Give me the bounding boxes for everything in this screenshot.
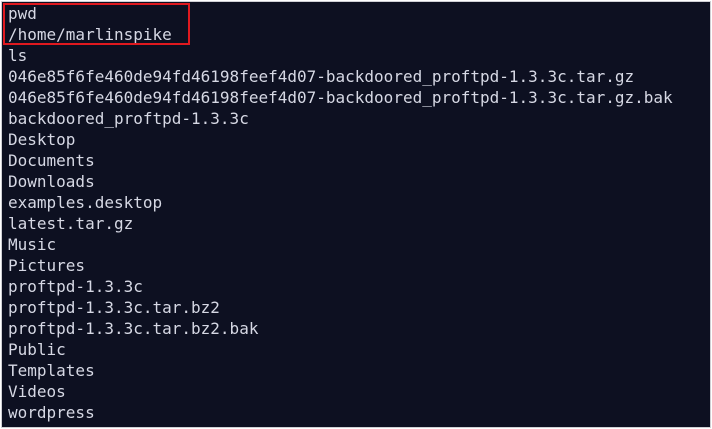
list-item: Pictures <box>8 256 86 275</box>
list-item: Templates <box>8 361 95 380</box>
list-item: backdoored_proftpd-1.3.3c <box>8 109 249 128</box>
output-working-directory: /home/marlinspike <box>8 25 172 44</box>
list-item: 046e85f6fe460de94fd46198feef4d07-backdoo… <box>8 67 635 86</box>
list-item: proftpd-1.3.3c.tar.bz2.bak <box>8 319 259 338</box>
list-item: Documents <box>8 151 95 170</box>
command-pwd: pwd <box>8 4 37 23</box>
list-item: examples.desktop <box>8 193 163 212</box>
list-item: Music <box>8 235 57 254</box>
list-item: Downloads <box>8 172 95 191</box>
list-item: proftpd-1.3.3c <box>8 277 143 296</box>
terminal-output: pwd /home/marlinspike ls 046e85f6fe460de… <box>8 3 673 423</box>
list-item: 046e85f6fe460de94fd46198feef4d07-backdoo… <box>8 88 673 107</box>
list-item: wordpress <box>8 403 95 422</box>
terminal-window[interactable]: pwd /home/marlinspike ls 046e85f6fe460de… <box>1 1 711 428</box>
list-item: Desktop <box>8 130 76 149</box>
command-ls: ls <box>8 46 28 65</box>
list-item: proftpd-1.3.3c.tar.bz2 <box>8 298 220 317</box>
list-item: Public <box>8 340 66 359</box>
list-item: latest.tar.gz <box>8 214 134 233</box>
list-item: Videos <box>8 382 66 401</box>
